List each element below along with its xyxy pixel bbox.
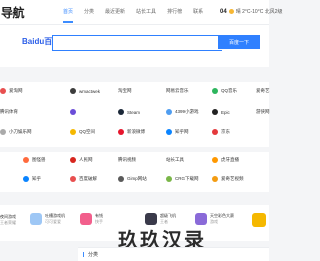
nav-category[interactable]: 分类 <box>84 8 94 15</box>
site-icon <box>23 176 29 182</box>
site-link[interactable]: 百度破解 <box>70 176 97 182</box>
nav-ranking[interactable]: 排行榜 <box>167 8 182 15</box>
site-link[interactable]: CRG下载网 <box>166 176 199 182</box>
site-link[interactable]: 知乎网 <box>166 129 189 135</box>
nav-contact[interactable]: 联系 <box>193 8 203 15</box>
app-card[interactable]: 有钱 快手 <box>80 213 103 225</box>
site-link[interactable]: 淘宝网 <box>118 88 132 94</box>
site-link[interactable]: 爱奇艺 <box>256 88 270 94</box>
site-link[interactable]: 京东 <box>212 129 230 135</box>
site-icon <box>118 129 124 135</box>
weather-text: 晴 2°C-10°C 北风2级 <box>235 9 283 15</box>
app-thumbnail <box>30 213 42 225</box>
site-link[interactable]: 小刀娱乐网 <box>0 129 32 135</box>
site-link[interactable]: Epic <box>212 109 230 115</box>
site-link[interactable]: 爱奇艺视频 <box>212 176 244 182</box>
site-link[interactable]: QQ音乐 <box>212 88 237 94</box>
site-icon <box>0 88 6 94</box>
site-icon <box>23 157 29 163</box>
site-link[interactable]: 爱淘网 <box>0 88 23 94</box>
site-link[interactable]: 人民网 <box>70 157 93 163</box>
site-link[interactable]: 知乎 <box>23 176 41 182</box>
nav-home[interactable]: 首页 <box>63 8 73 15</box>
site-icon <box>118 109 124 115</box>
search-button[interactable]: 百度一下 <box>218 35 260 49</box>
nav-tools[interactable]: 站长工具 <box>136 8 156 15</box>
site-link[interactable]: 游侠网 <box>256 109 270 115</box>
weather-temp: 04 <box>220 8 227 15</box>
app-card[interactable]: 吐槽游戏机 可可爱爱 <box>30 213 65 225</box>
site-link[interactable]: 4399小游戏 <box>166 109 199 115</box>
site-icon <box>0 129 6 135</box>
site-icon <box>212 109 218 115</box>
search-area: Baidu百度 百度一下 <box>0 25 269 67</box>
site-icon <box>212 129 218 135</box>
site-icon <box>70 109 76 115</box>
site-link[interactable]: 图怪兽 <box>23 157 46 163</box>
site-icon <box>70 176 76 182</box>
site-icon <box>70 88 76 94</box>
sites-card-1: 爱淘网 wmactwek 淘宝网 网易云音乐 QQ音乐 爱奇艺 腾讯体育 Ste… <box>0 82 270 147</box>
section-marker <box>83 252 84 257</box>
site-logo[interactable]: 导航 <box>1 4 25 21</box>
site-link[interactable]: 站长工具 <box>166 157 184 163</box>
app-card[interactable]: 夜间游戏 王者荣耀 <box>0 214 16 226</box>
site-link[interactable]: Steam <box>118 109 140 115</box>
site-link[interactable]: Gimp网站 <box>118 176 147 182</box>
site-link[interactable]: 腾讯视频 <box>118 157 136 163</box>
main-nav: 首页 分类 最近更新 站长工具 排行榜 联系 <box>63 8 214 15</box>
app-thumbnail[interactable] <box>252 213 266 227</box>
site-link[interactable]: QQ空间 <box>70 129 95 135</box>
site-link[interactable]: 腾讯体育 <box>0 109 18 115</box>
top-bar: 导航 首页 分类 最近更新 站长工具 排行榜 联系 04 晴 2°C-10°C … <box>0 0 282 25</box>
section-title: 分类 <box>88 252 99 258</box>
sun-icon <box>228 9 234 14</box>
site-link[interactable] <box>70 109 79 115</box>
site-icon <box>166 176 172 182</box>
site-icon <box>166 129 172 135</box>
site-link[interactable]: 网易云音乐 <box>166 88 189 94</box>
nav-active-indicator <box>63 21 73 23</box>
sites-card-2: 图怪兽 人民网 腾讯视频 站长工具 虎牙直播 知乎 百度破解 Gimp网站 CR… <box>0 152 269 192</box>
search-input[interactable] <box>52 35 222 51</box>
site-icon <box>212 157 218 163</box>
site-link[interactable]: 新浪微博 <box>118 129 145 135</box>
app-thumbnail <box>80 213 92 225</box>
site-icon <box>118 176 124 182</box>
weather-widget[interactable]: 04 晴 2°C-10°C 北风2级 <box>220 8 283 16</box>
site-icon <box>70 157 76 163</box>
site-link[interactable]: 虎牙直播 <box>212 157 239 163</box>
site-icon <box>212 176 218 182</box>
nav-recent[interactable]: 最近更新 <box>105 8 125 15</box>
site-icon <box>70 129 76 135</box>
site-icon <box>166 109 172 115</box>
site-link[interactable]: wmactwek <box>70 88 100 94</box>
site-icon <box>212 88 218 94</box>
bottom-section-header: 分类 <box>78 247 269 261</box>
